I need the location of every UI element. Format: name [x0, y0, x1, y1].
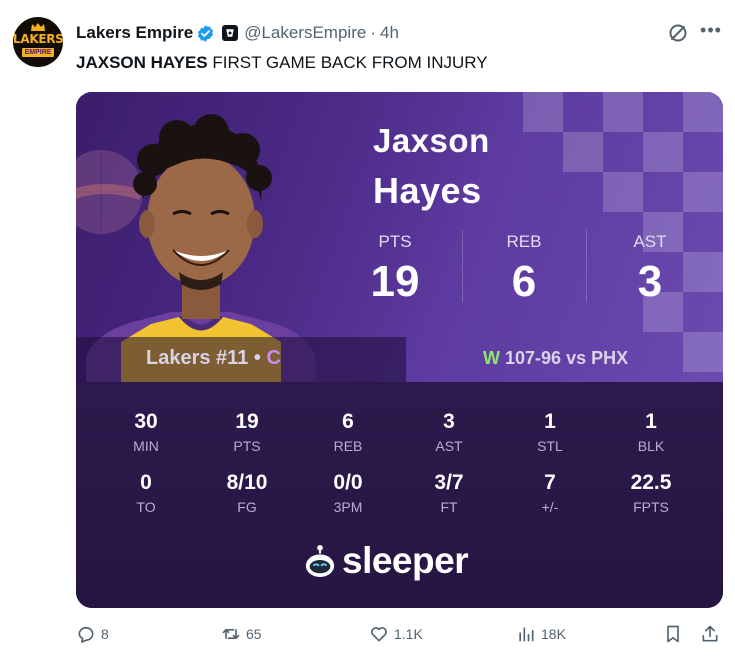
- big-stat-reb: REB 6: [464, 232, 584, 307]
- player-last-name: Hayes: [373, 170, 482, 211]
- game-stat-value: 7: [544, 471, 556, 494]
- game-stat-label: STL: [537, 438, 563, 454]
- game-stat-label: FPTS: [633, 499, 669, 515]
- game-stat-value: 0/0: [333, 471, 363, 494]
- game-stat-to: 0 TO: [96, 471, 196, 515]
- views-chart-icon: [519, 627, 534, 642]
- tweet: LAKERS EMPIRE Lakers Empire @LakersEmpir…: [0, 0, 735, 660]
- tweet-header: Lakers Empire @LakersEmpire · 4h: [76, 22, 399, 44]
- author-handle[interactable]: @LakersEmpire: [244, 23, 366, 43]
- avatar-logo-subtext: EMPIRE: [22, 48, 54, 57]
- repost-count: 65: [246, 626, 262, 642]
- reply-icon: [78, 626, 94, 643]
- game-stat-label: PTS: [233, 438, 261, 454]
- game-stat-label: 3PM: [333, 499, 363, 515]
- heart-icon: [371, 627, 387, 642]
- repost-button[interactable]: 65: [221, 624, 262, 644]
- game-stat-value: 8/10: [226, 471, 268, 494]
- crown-icon: [31, 23, 45, 31]
- tweet-text: JAXSON HAYES FIRST GAME BACK FROM INJURY: [76, 53, 488, 73]
- game-result: W 107-96 vs PHX: [483, 348, 628, 369]
- avatar-logo-text: LAKERS: [13, 32, 63, 46]
- big-stat-value: 19: [370, 257, 420, 306]
- bookmark-button[interactable]: [663, 624, 688, 644]
- game-stat-value: 1: [645, 410, 657, 433]
- game-stat-stl: 1 STL: [500, 410, 600, 454]
- stat-card-image[interactable]: Jaxson Hayes PTS 19 REB 6 AST 3 Lakers #…: [76, 92, 723, 608]
- game-stat-min: 30 MIN: [96, 410, 196, 454]
- game-stat-label: FG: [237, 499, 257, 515]
- game-stat-blk: 1 BLK: [601, 410, 701, 454]
- game-stat-label: TO: [136, 499, 156, 515]
- big-stat-value: 3: [637, 257, 663, 306]
- game-stat-fpts: 22.5 FPTS: [601, 471, 701, 515]
- sleeper-wordmark: sleeper: [342, 540, 469, 581]
- game-stat-ast: 3 AST: [399, 410, 499, 454]
- affiliate-badge-icon[interactable]: [222, 25, 239, 41]
- game-stat-value: 1: [544, 410, 556, 433]
- game-stat-value: 19: [235, 410, 259, 433]
- big-stat-label: AST: [633, 232, 667, 251]
- share-icon: [702, 625, 718, 642]
- like-count: 1.1K: [394, 626, 423, 642]
- team-line: Lakers #11 • C: [146, 347, 281, 370]
- reply-count: 8: [101, 626, 109, 642]
- game-stat-value: 30: [134, 410, 158, 433]
- tweet-text-rest: FIRST GAME BACK FROM INJURY: [207, 53, 488, 72]
- big-stat-value: 6: [511, 257, 537, 306]
- verified-badge-icon[interactable]: [196, 24, 215, 43]
- big-stat-label: PTS: [378, 232, 412, 251]
- grok-icon[interactable]: [667, 22, 689, 44]
- game-stat-value: 22.5: [630, 471, 672, 494]
- author-avatar[interactable]: LAKERS EMPIRE: [13, 17, 63, 67]
- stat-divider: [586, 230, 587, 302]
- player-first-name: Jaxson: [373, 122, 490, 159]
- game-stat-pts: 19 PTS: [197, 410, 297, 454]
- views-button[interactable]: 18K: [516, 624, 566, 644]
- game-stat-value: 6: [342, 410, 354, 433]
- sleeper-logo-icon: [305, 545, 335, 577]
- game-stat-value: 0: [140, 471, 152, 494]
- result-letter: W: [483, 348, 500, 368]
- game-stat-label: MIN: [133, 438, 159, 454]
- player-position: C: [266, 347, 281, 369]
- more-options-icon[interactable]: •••: [700, 21, 722, 43]
- big-stat-pts: PTS 19: [335, 232, 455, 307]
- author-name[interactable]: Lakers Empire: [76, 23, 193, 43]
- sleeper-brand: sleeper: [304, 538, 469, 584]
- game-stat-label: BLK: [637, 438, 665, 454]
- game-stat-label: +/-: [541, 499, 559, 515]
- big-stat-ast: AST 3: [590, 232, 710, 307]
- bookmark-icon: [667, 625, 679, 643]
- views-count: 18K: [541, 626, 566, 642]
- big-stat-label: REB: [506, 232, 542, 251]
- game-stat-3pm: 0/0 3PM: [298, 471, 398, 515]
- share-button[interactable]: [700, 624, 725, 644]
- header-separator: ·: [370, 23, 376, 42]
- game-stat-label: REB: [333, 438, 363, 454]
- repost-icon: [222, 629, 240, 639]
- game-stat-fg: 8/10 FG: [197, 471, 297, 515]
- tweet-actions: 8 65 1.1K 18K: [76, 624, 726, 648]
- stat-divider: [462, 230, 463, 302]
- game-stat-label: AST: [435, 438, 463, 454]
- game-stat-value: 3/7: [434, 471, 464, 494]
- game-stat-plus-minus: 7 +/-: [500, 471, 600, 515]
- game-stat-reb: 6 REB: [298, 410, 398, 454]
- reply-button[interactable]: 8: [76, 624, 109, 644]
- like-button[interactable]: 1.1K: [369, 624, 423, 644]
- result-score: 107-96 vs PHX: [505, 348, 629, 368]
- tweet-timestamp[interactable]: 4h: [380, 23, 399, 43]
- game-stat-label: FT: [440, 499, 458, 515]
- game-stat-value: 3: [443, 410, 455, 433]
- tweet-text-bold: JAXSON HAYES: [76, 53, 208, 72]
- team-number: Lakers #11 •: [146, 347, 261, 369]
- game-stat-ft: 3/7 FT: [399, 471, 499, 515]
